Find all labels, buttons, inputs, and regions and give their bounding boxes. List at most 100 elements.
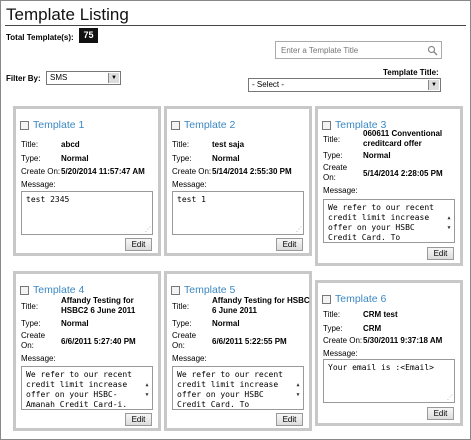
scroll-down-icon[interactable]: ▼ <box>445 223 453 233</box>
edit-button[interactable]: Edit <box>427 247 454 260</box>
message-textarea[interactable]: We refer to our recent credit limit incr… <box>172 366 304 410</box>
title-divider <box>5 25 466 26</box>
type-value: CRM <box>363 324 382 333</box>
message-text: We refer to our recent credit limit incr… <box>328 203 434 242</box>
edit-button[interactable]: Edit <box>125 238 152 251</box>
title-label: Title: <box>172 140 190 149</box>
template-title-select[interactable]: - Select - ▼ <box>248 78 441 92</box>
create-on-value: 5/14/2014 2:28:05 PM <box>363 169 443 178</box>
filter-by-label: Filter By: <box>6 74 41 83</box>
filter-by-select[interactable]: SMS ▼ <box>46 71 121 85</box>
scroll-up-icon[interactable]: ▲ <box>143 380 151 390</box>
type-value: Normal <box>212 319 240 328</box>
title-label: Title: <box>323 310 341 319</box>
template-checkbox[interactable] <box>20 285 29 295</box>
create-on-label: Create On: <box>323 336 363 345</box>
template-title-selected: - Select - <box>252 80 285 89</box>
title-value: Affandy Testing for HSBC2 6 June 2011 <box>61 296 136 315</box>
scroll-up-icon[interactable]: ▲ <box>445 213 453 223</box>
resize-grip-icon[interactable]: ⋰ <box>447 395 453 401</box>
template-name-link[interactable]: Template 1 <box>33 119 84 131</box>
template-checkbox[interactable] <box>171 285 180 295</box>
message-textarea[interactable]: test 2345 ⋰ <box>21 191 153 235</box>
type-label: Type: <box>21 319 41 328</box>
type-value: Normal <box>363 151 391 160</box>
message-label: Message: <box>323 349 358 358</box>
type-label: Type: <box>323 151 343 160</box>
template-card-header: Template 5 <box>171 284 235 296</box>
message-scrollbar[interactable]: ▲ ▼ <box>445 201 453 241</box>
total-templates-label: Total Template(s): <box>6 33 74 42</box>
template-name-link[interactable]: Template 5 <box>184 284 235 296</box>
title-value: Affandy Testing for HSBC 6 June 2011 <box>212 296 310 315</box>
create-on-label: Create On: <box>172 167 212 176</box>
template-card: Template 1 Title: abcd Type: Normal Crea… <box>13 106 161 256</box>
title-value: abcd <box>61 140 80 149</box>
scroll-down-icon[interactable]: ▼ <box>143 390 151 400</box>
title-value: test saja <box>212 140 245 149</box>
create-on-label: Create On: <box>21 331 46 350</box>
search-input[interactable] <box>275 41 442 59</box>
edit-button[interactable]: Edit <box>427 407 454 420</box>
create-on-label: Create On: <box>323 163 348 182</box>
template-card: Template 2 Title: test saja Type: Normal… <box>164 106 312 256</box>
chevron-down-icon[interactable]: ▼ <box>108 73 119 83</box>
create-on-value: 5/20/2014 11:57:47 AM <box>61 167 145 176</box>
message-scrollbar[interactable]: ▲ ▼ <box>294 368 302 408</box>
create-on-label: Create On: <box>21 167 61 176</box>
title-label: Title: <box>21 140 39 149</box>
template-name-link[interactable]: Template 2 <box>184 119 235 131</box>
resize-grip-icon[interactable]: ⋰ <box>145 227 151 233</box>
message-text: test 1 <box>177 195 206 204</box>
template-card-header: Template 4 <box>20 284 84 296</box>
message-textarea[interactable]: We refer to our recent credit limit incr… <box>21 366 153 410</box>
template-card: Template 6 Title: CRM test Type: CRM Cre… <box>315 280 463 426</box>
total-templates-count: 75 <box>79 28 98 43</box>
template-checkbox[interactable] <box>322 294 331 304</box>
type-value: Normal <box>61 319 89 328</box>
type-label: Type: <box>21 154 41 163</box>
template-card: Template 3 Title: 060611 Conventional cr… <box>315 106 463 266</box>
message-text: We refer to our recent credit limit incr… <box>177 370 283 409</box>
create-on-value: 6/6/2011 5:22:55 PM <box>212 337 287 346</box>
type-label: Type: <box>172 319 192 328</box>
type-value: Normal <box>212 154 240 163</box>
message-text: We refer to our recent credit limit incr… <box>26 370 132 409</box>
create-on-value: 5/30/2011 9:37:18 AM <box>363 336 443 345</box>
template-card-header: Template 6 <box>322 293 386 305</box>
page-title: Template Listing <box>6 5 129 24</box>
message-text: test 2345 <box>26 195 70 204</box>
resize-grip-icon[interactable]: ⋰ <box>296 227 302 233</box>
filter-by-selected: SMS <box>50 73 68 82</box>
message-label: Message: <box>323 186 358 195</box>
edit-button[interactable]: Edit <box>276 238 303 251</box>
scroll-down-icon[interactable]: ▼ <box>294 390 302 400</box>
type-value: Normal <box>61 154 89 163</box>
template-checkbox[interactable] <box>20 120 29 130</box>
message-textarea[interactable]: Your email is :<Email> ⋰ <box>323 359 455 403</box>
edit-button[interactable]: Edit <box>125 413 152 426</box>
message-scrollbar[interactable]: ▲ ▼ <box>143 368 151 408</box>
template-name-link[interactable]: Template 6 <box>335 293 386 305</box>
template-checkbox[interactable] <box>171 120 180 130</box>
title-value: 060611 Conventional creditcard offer <box>363 129 443 148</box>
message-label: Message: <box>21 354 56 363</box>
type-label: Type: <box>172 154 192 163</box>
message-label: Message: <box>172 180 207 189</box>
template-checkbox[interactable] <box>322 120 331 130</box>
message-label: Message: <box>172 354 207 363</box>
create-on-value: 6/6/2011 5:27:40 PM <box>61 337 136 346</box>
title-label: Title: <box>172 302 190 311</box>
title-label: Title: <box>21 302 39 311</box>
scroll-up-icon[interactable]: ▲ <box>294 380 302 390</box>
chevron-down-icon[interactable]: ▼ <box>428 80 439 90</box>
message-textarea[interactable]: test 1 ⋰ <box>172 191 304 235</box>
template-card: Template 5 Title: Affandy Testing for HS… <box>164 271 312 431</box>
edit-button[interactable]: Edit <box>276 413 303 426</box>
message-label: Message: <box>21 180 56 189</box>
create-on-value: 5/14/2014 2:55:30 PM <box>212 167 292 176</box>
title-label: Title: <box>323 135 341 144</box>
search-icon[interactable] <box>427 45 438 56</box>
template-name-link[interactable]: Template 4 <box>33 284 84 296</box>
message-textarea[interactable]: We refer to our recent credit limit incr… <box>323 199 455 243</box>
